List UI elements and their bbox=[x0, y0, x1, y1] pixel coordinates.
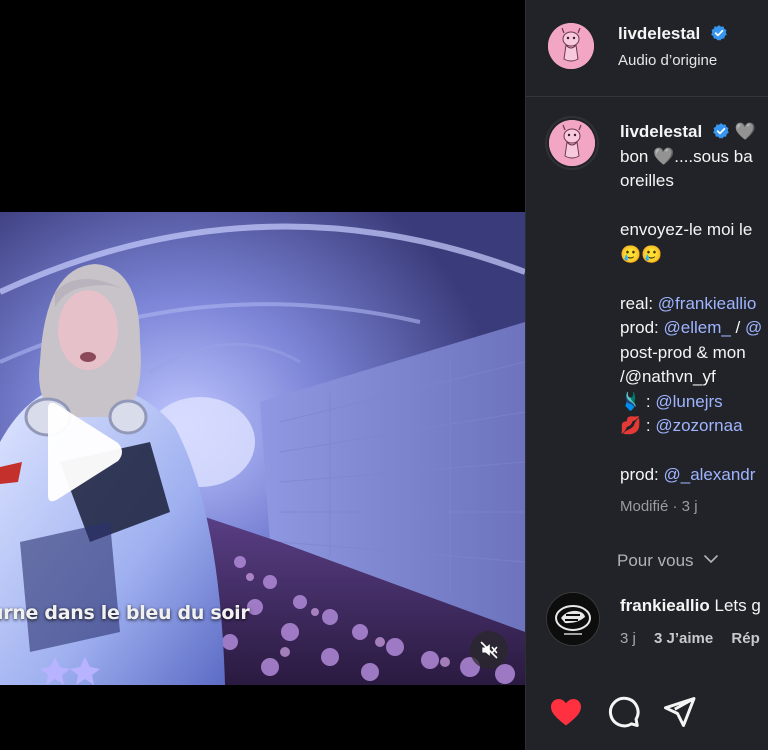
caption-line: real: @frankieallio bbox=[620, 292, 768, 317]
caption-line-text: bon 🩶....sous ba bbox=[620, 146, 753, 166]
caption-heart-emoji: 🩶 bbox=[734, 122, 756, 141]
caption-body: bon 🩶....sous ba oreilles envoyez-le moi l… bbox=[620, 145, 768, 488]
comment-reply-button[interactable]: Rép bbox=[731, 630, 759, 647]
speaker-muted-icon bbox=[480, 641, 498, 659]
caption-line-text: 🥲🥲 bbox=[620, 244, 663, 264]
post-header: livdelestal Audio d’origine bbox=[526, 0, 768, 97]
caption-line-text: prod: bbox=[620, 318, 664, 337]
caption-line bbox=[620, 439, 768, 464]
original-audio-link[interactable]: Audio d’origine bbox=[618, 52, 717, 69]
play-button[interactable] bbox=[34, 397, 126, 507]
caption-line: prod: @_alexandr bbox=[620, 463, 768, 488]
share-button[interactable] bbox=[661, 694, 697, 730]
play-icon bbox=[48, 402, 122, 502]
post-edited-timestamp: Modifié · 3 j bbox=[620, 498, 698, 515]
like-button[interactable] bbox=[548, 694, 584, 730]
paper-plane-icon bbox=[664, 697, 696, 727]
caption-line: prod: @ellem_ / @ bbox=[620, 316, 768, 341]
app-root: urne dans le bleu du soir livdelestal Au… bbox=[0, 0, 768, 750]
caption-mention-link[interactable]: @zozornaa bbox=[655, 416, 742, 435]
comment-body: Lets g bbox=[714, 596, 761, 615]
caption-line: 🥲🥲 bbox=[620, 243, 768, 268]
caption-line-text: envoyez-le moi le bbox=[620, 220, 753, 239]
caption-author-line: livdelestal 🩶 bbox=[620, 120, 768, 145]
caption-mention-link[interactable]: @ bbox=[745, 318, 762, 337]
video-pane[interactable]: urne dans le bleu du soir bbox=[0, 0, 525, 750]
caption-line: post-prod & mon bbox=[620, 341, 768, 366]
caption-line bbox=[620, 194, 768, 219]
caption-mention-link[interactable]: @_alexandr bbox=[663, 465, 755, 484]
for-you-toggle[interactable]: Pour vous bbox=[617, 551, 719, 571]
caption-line: /@nathvn_yf bbox=[620, 365, 768, 390]
caption-line-text: 💋 : bbox=[620, 416, 656, 435]
mute-toggle-button[interactable] bbox=[470, 631, 508, 669]
author-avatar[interactable] bbox=[548, 23, 594, 69]
pink-panther-avatar-icon bbox=[549, 120, 595, 166]
heart-filled-icon bbox=[551, 698, 581, 726]
caption-line-text: real: bbox=[620, 293, 658, 313]
caption-line: 🩱 : @lunejrs bbox=[620, 390, 768, 415]
chevron-down-icon bbox=[704, 555, 719, 563]
caption-avatar[interactable] bbox=[549, 120, 595, 166]
commenter-avatar[interactable] bbox=[546, 592, 600, 646]
verified-badge-icon bbox=[713, 123, 729, 139]
caption-line-text: /@nathvn_yf bbox=[620, 367, 716, 386]
video-player[interactable]: urne dans le bleu du soir bbox=[0, 212, 525, 685]
caption-line-text: post-prod & mon bbox=[620, 342, 746, 362]
for-you-label: Pour vous bbox=[617, 551, 694, 570]
caption-line: envoyez-le moi le bbox=[620, 218, 768, 243]
caption-mention-link[interactable]: @frankieallio bbox=[658, 294, 757, 313]
caption-author-avatar[interactable] bbox=[545, 116, 599, 170]
commenter-username[interactable]: frankieallio bbox=[620, 596, 710, 615]
caption-line-separator: / bbox=[730, 318, 745, 337]
caption-line-text: oreilles bbox=[620, 171, 674, 190]
caption-line: 💋 : @zozornaa bbox=[620, 414, 768, 439]
caption-mention-link[interactable]: @lunejrs bbox=[655, 392, 722, 411]
comment-likes-count[interactable]: 3 J’aime bbox=[654, 630, 713, 647]
caption-mention-link[interactable]: @ellem_ bbox=[663, 318, 730, 337]
caption-line-text: prod: bbox=[620, 465, 664, 484]
caption-line: bon 🩶....sous ba bbox=[620, 145, 768, 170]
caption-line-text: 🩱 : bbox=[620, 391, 656, 411]
pink-panther-avatar-icon bbox=[548, 23, 594, 69]
caption-author-username[interactable]: livdelestal bbox=[620, 122, 702, 141]
post-side-panel: livdelestal Audio d’origine livdelestal … bbox=[525, 0, 768, 750]
post-actions-bar bbox=[526, 690, 768, 740]
verified-badge-icon bbox=[711, 25, 727, 41]
comment-button[interactable] bbox=[605, 694, 641, 730]
caption-line: oreilles bbox=[620, 169, 768, 194]
author-username[interactable]: livdelestal bbox=[618, 24, 728, 44]
comment-bubble-icon bbox=[609, 696, 640, 728]
comment-meta: 3 j 3 J’aime Rép bbox=[620, 630, 768, 647]
author-username-text[interactable]: livdelestal bbox=[618, 24, 700, 43]
comment-text: frankieallio Lets g bbox=[620, 596, 761, 616]
video-subtitle: urne dans le bleu du soir bbox=[0, 602, 250, 624]
caption-line bbox=[620, 267, 768, 292]
frankieallio-logo-avatar-icon bbox=[547, 593, 599, 645]
post-caption: livdelestal 🩶 bon 🩶....sous ba oreilles en… bbox=[620, 120, 768, 488]
comment-age: 3 j bbox=[620, 630, 636, 647]
